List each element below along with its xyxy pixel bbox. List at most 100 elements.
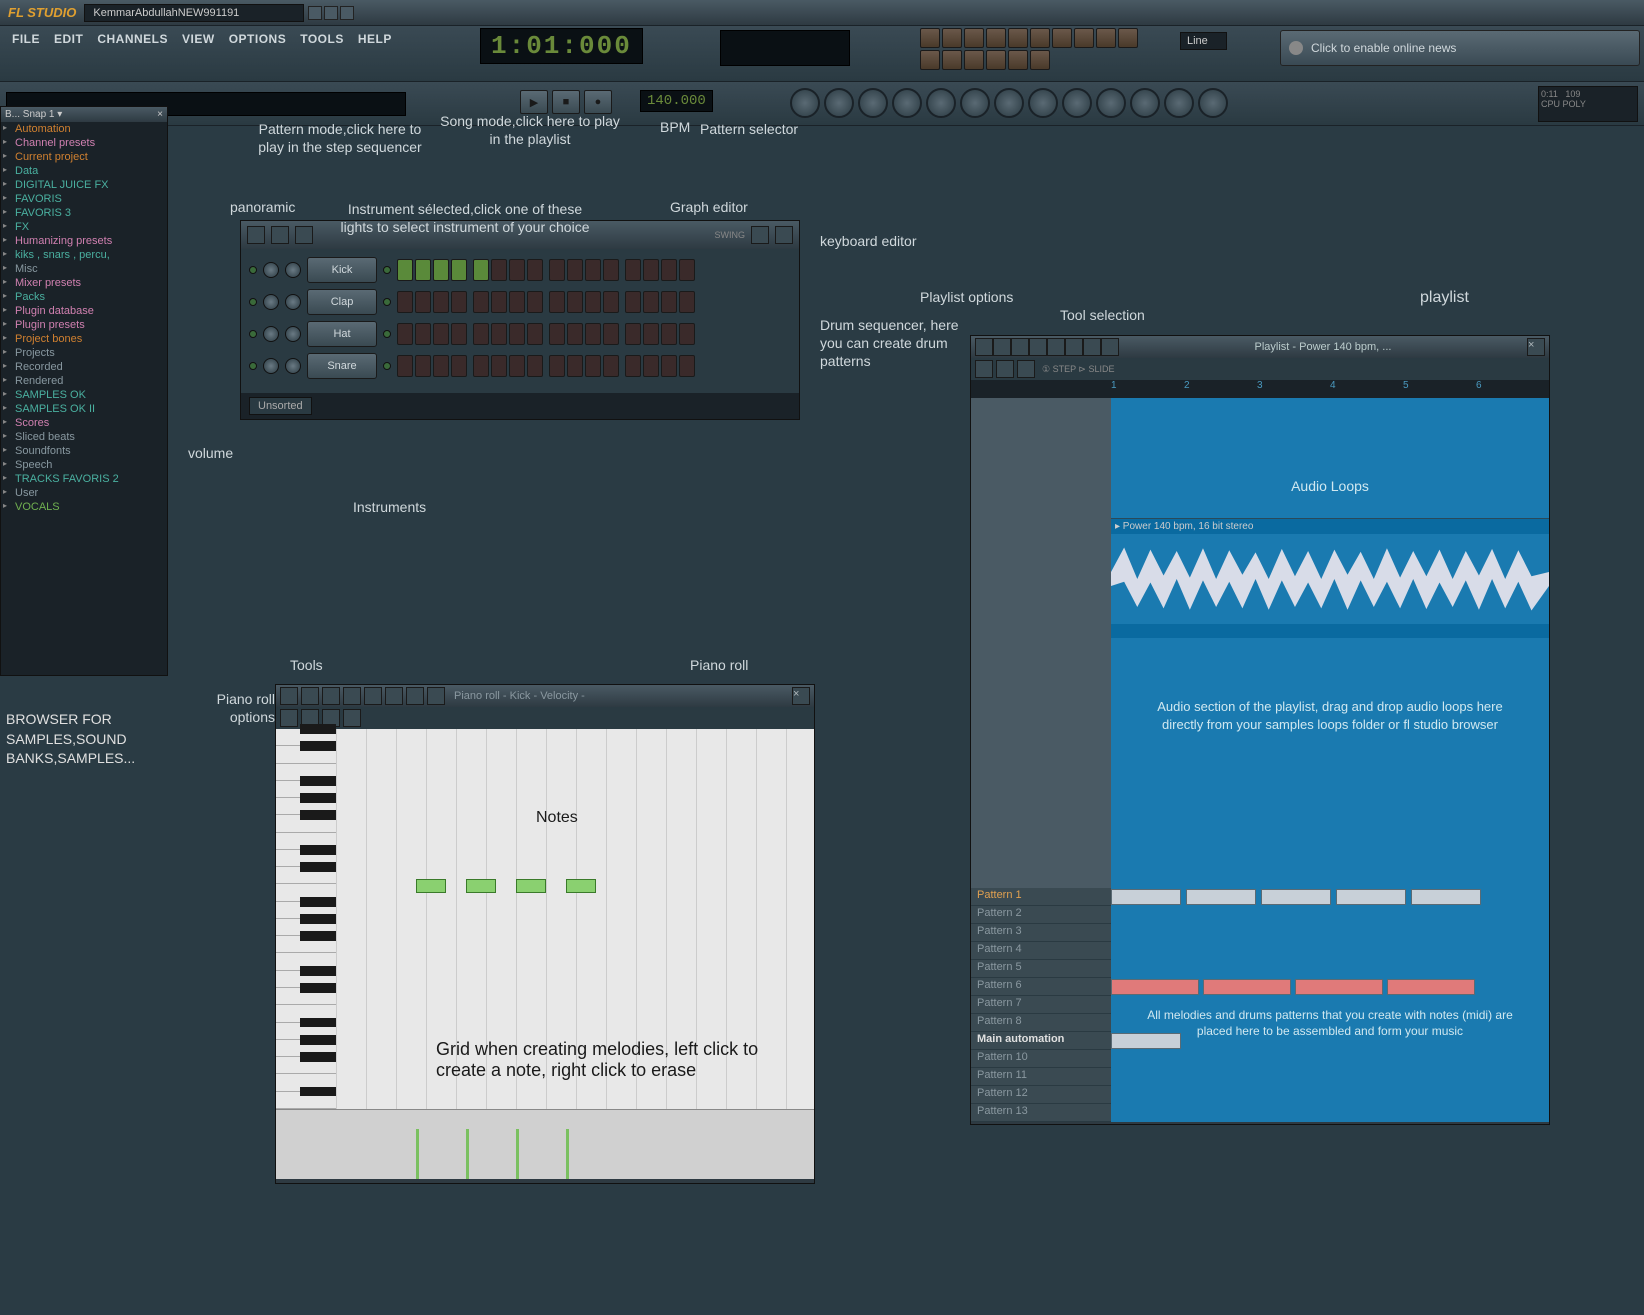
playlist-tool-icon[interactable]: [1083, 338, 1101, 356]
minimize-icon[interactable]: [308, 6, 322, 20]
round-tool-button[interactable]: [1096, 88, 1126, 118]
stop-button[interactable]: ■: [552, 90, 580, 114]
velocity-bar[interactable]: [566, 1129, 569, 1179]
piano-black-key[interactable]: [300, 845, 336, 855]
playlist-tool-icon[interactable]: [1029, 338, 1047, 356]
browser-item[interactable]: Sliced beats: [1, 430, 167, 444]
channel-select-led[interactable]: [383, 362, 391, 370]
step-cell[interactable]: [625, 323, 641, 345]
step-cell[interactable]: [509, 323, 525, 345]
step-cell[interactable]: [527, 291, 543, 313]
ruler-number[interactable]: 1: [1111, 380, 1184, 398]
project-title[interactable]: KemmarAbdullahNEW991191: [84, 4, 304, 22]
step-cell[interactable]: [625, 355, 641, 377]
playlist-tool-icon[interactable]: [1047, 338, 1065, 356]
step-cell[interactable]: [415, 259, 431, 281]
close-icon[interactable]: ×: [157, 109, 163, 120]
step-cell[interactable]: [433, 355, 449, 377]
step-cell[interactable]: [679, 323, 695, 345]
pattern-name[interactable]: Pattern 7: [971, 996, 1111, 1014]
volume-knob[interactable]: [285, 262, 301, 278]
browser-item[interactable]: Plugin database: [1, 304, 167, 318]
browser-item[interactable]: Speech: [1, 458, 167, 472]
shortcut-icon[interactable]: [1030, 28, 1050, 48]
step-cell[interactable]: [549, 355, 565, 377]
step-cell[interactable]: [527, 323, 543, 345]
menu-options[interactable]: OPTIONS: [223, 30, 293, 48]
round-tool-button[interactable]: [1164, 88, 1194, 118]
pianoroll-tool-icon[interactable]: [343, 687, 361, 705]
piano-black-key[interactable]: [300, 1035, 336, 1045]
midi-note[interactable]: [516, 879, 546, 893]
shortcut-icon[interactable]: [964, 28, 984, 48]
pan-knob[interactable]: [263, 262, 279, 278]
step-cell[interactable]: [451, 355, 467, 377]
channel-select-led[interactable]: [383, 298, 391, 306]
piano-key[interactable]: [276, 936, 336, 953]
pianoroll-menu-icon[interactable]: [280, 687, 298, 705]
channel-button[interactable]: Snare: [307, 353, 377, 379]
pattern-name[interactable]: Pattern 8: [971, 1014, 1111, 1032]
piano-black-key[interactable]: [300, 776, 336, 786]
step-cell[interactable]: [567, 259, 583, 281]
pattern-name[interactable]: Pattern 2: [971, 906, 1111, 924]
keyboard-editor-icon[interactable]: [775, 226, 793, 244]
pattern-block[interactable]: [1186, 889, 1256, 905]
playlist-tool-icon[interactable]: [1065, 338, 1083, 356]
pattern-block[interactable]: [1111, 889, 1181, 905]
step-cell[interactable]: [527, 355, 543, 377]
step-cell[interactable]: [549, 291, 565, 313]
shortcut-icon[interactable]: [1030, 50, 1050, 70]
round-tool-button[interactable]: [892, 88, 922, 118]
browser-item[interactable]: VOCALS: [1, 500, 167, 514]
channel-select-led[interactable]: [383, 330, 391, 338]
pianoroll-grid[interactable]: Notes Grid when creating melodies, left …: [336, 729, 814, 1109]
audio-clip[interactable]: ▸ Power 140 bpm, 16 bit stereo: [1111, 518, 1549, 638]
browser-item[interactable]: DIGITAL JUICE FX: [1, 178, 167, 192]
volume-knob[interactable]: [285, 294, 301, 310]
round-tool-button[interactable]: [926, 88, 956, 118]
step-cell[interactable]: [625, 291, 641, 313]
shortcut-icon[interactable]: [942, 50, 962, 70]
browser-item[interactable]: Data: [1, 164, 167, 178]
piano-key[interactable]: [276, 867, 336, 884]
pan-knob[interactable]: [263, 358, 279, 374]
pan-knob[interactable]: [263, 294, 279, 310]
playlist-tool-icon[interactable]: [975, 360, 993, 378]
ruler-number[interactable]: 5: [1403, 380, 1476, 398]
channel-select-led[interactable]: [383, 266, 391, 274]
playlist-tool-icon[interactable]: [1011, 338, 1029, 356]
menu-file[interactable]: FILE: [6, 30, 46, 48]
snap-select[interactable]: Line: [1180, 32, 1227, 50]
menu-help[interactable]: HELP: [352, 30, 398, 48]
browser-item[interactable]: Recorded: [1, 360, 167, 374]
step-cell[interactable]: [585, 259, 601, 281]
velocity-bar[interactable]: [466, 1129, 469, 1179]
pattern-name[interactable]: Pattern 10: [971, 1050, 1111, 1068]
browser-item[interactable]: Scores: [1, 416, 167, 430]
browser-item[interactable]: Rendered: [1, 374, 167, 388]
step-cell[interactable]: [433, 291, 449, 313]
piano-key[interactable]: [276, 1092, 336, 1109]
step-cell[interactable]: [433, 323, 449, 345]
piano-black-key[interactable]: [300, 1087, 336, 1097]
pattern-name[interactable]: Pattern 3: [971, 924, 1111, 942]
step-cell[interactable]: [661, 291, 677, 313]
step-cell[interactable]: [679, 259, 695, 281]
browser-item[interactable]: Humanizing presets: [1, 234, 167, 248]
velocity-bar[interactable]: [416, 1129, 419, 1179]
piano-key[interactable]: [276, 988, 336, 1005]
round-tool-button[interactable]: [960, 88, 990, 118]
pattern-name[interactable]: Pattern 1: [971, 888, 1111, 906]
step-cell[interactable]: [549, 323, 565, 345]
step-cell[interactable]: [451, 323, 467, 345]
round-tool-button[interactable]: [1028, 88, 1058, 118]
shortcut-icon[interactable]: [1074, 28, 1094, 48]
browser-item[interactable]: Automation: [1, 122, 167, 136]
browser-item[interactable]: User: [1, 486, 167, 500]
step-cell[interactable]: [397, 355, 413, 377]
step-cell[interactable]: [567, 291, 583, 313]
step-cell[interactable]: [679, 291, 695, 313]
browser-item[interactable]: Channel presets: [1, 136, 167, 150]
shortcut-icon[interactable]: [920, 50, 940, 70]
